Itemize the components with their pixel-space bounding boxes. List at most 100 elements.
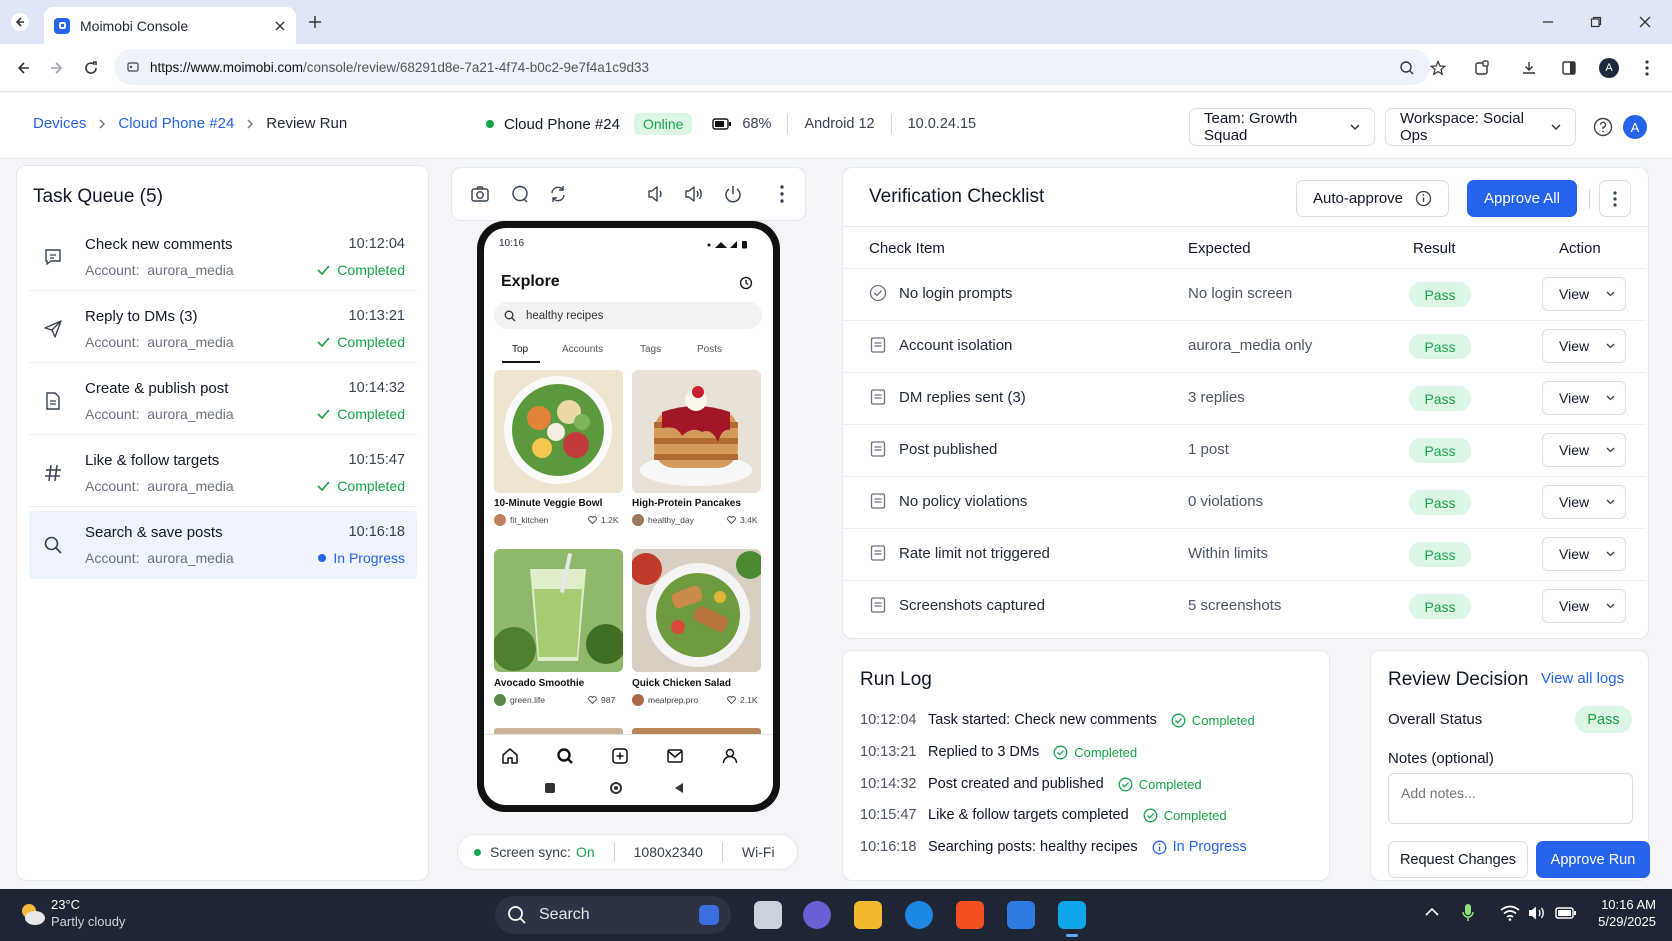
view-dropdown-button[interactable]: View (1542, 277, 1626, 311)
android-back-icon[interactable] (674, 783, 684, 793)
view-dropdown-button[interactable]: View (1542, 485, 1626, 519)
document-icon (41, 389, 65, 413)
view-dropdown-button[interactable]: View (1542, 537, 1626, 571)
tray-overflow-icon[interactable] (1425, 907, 1439, 917)
explore-search-icon[interactable] (556, 747, 574, 765)
task-status: Completed (317, 478, 405, 494)
browser-menu-icon[interactable] (1635, 56, 1659, 80)
task-time: 10:13:21 (348, 308, 405, 324)
recent-apps-icon[interactable] (545, 783, 555, 793)
reload-icon[interactable] (79, 56, 103, 80)
task-view-icon[interactable] (754, 901, 782, 929)
device-status-bar: Cloud Phone #24 Online 68% Android 12 10… (486, 113, 976, 135)
mail-icon[interactable] (1007, 901, 1035, 929)
account-label: Account: (85, 334, 140, 350)
task-item-active[interactable]: Search & save posts Account: aurora_medi… (29, 511, 417, 579)
phone-tab-top[interactable]: Top (512, 344, 528, 355)
browser-tab[interactable]: Moimobi Console (44, 7, 296, 44)
view-dropdown-button[interactable]: View (1542, 381, 1626, 415)
post-image-avocado-smoothie[interactable] (494, 549, 623, 672)
info-icon[interactable] (1415, 190, 1432, 207)
chat-icon[interactable] (510, 184, 530, 204)
power-icon[interactable] (723, 184, 743, 204)
phone-tab-accounts[interactable]: Accounts (562, 344, 603, 355)
site-info-icon[interactable] (126, 60, 140, 74)
weather-icon[interactable] (18, 901, 46, 927)
volume-icon[interactable] (1527, 905, 1547, 921)
view-all-logs-link[interactable]: View all logs (1541, 670, 1624, 687)
task-item[interactable]: Create & publish post Account: aurora_me… (29, 367, 417, 435)
post-image-pancakes[interactable] (632, 370, 761, 493)
address-bar[interactable]: https://www.moimobi.com/console/review/6… (114, 49, 1430, 85)
comment-icon (41, 245, 65, 269)
back-tabs-icon[interactable] (8, 10, 32, 34)
downloads-icon[interactable] (1517, 56, 1541, 80)
battery-icon[interactable] (1555, 907, 1577, 919)
checklist-header-row: Check Item Expected Result Action (843, 226, 1648, 268)
view-dropdown-button[interactable]: View (1542, 589, 1626, 623)
volume-down-icon[interactable] (646, 184, 666, 204)
task-name: Check new comments (85, 236, 233, 253)
taskbar-time[interactable]: 10:16 AM (1592, 897, 1656, 912)
volume-up-icon[interactable] (684, 184, 704, 204)
more-options-icon[interactable] (780, 185, 784, 203)
phone-screen[interactable]: 10:16 Explore healthy recipes Top Accoun… (484, 228, 773, 805)
edge-icon[interactable] (905, 901, 933, 929)
breadcrumb-cloud-phone[interactable]: Cloud Phone #24 (118, 115, 234, 132)
android-home-icon[interactable] (610, 782, 622, 794)
close-tab-icon[interactable] (274, 20, 286, 32)
profile-icon[interactable] (721, 747, 739, 765)
task-item[interactable]: Reply to DMs (3) Account: aurora_media 1… (29, 295, 417, 363)
history-icon[interactable] (739, 276, 753, 290)
approve-all-button[interactable]: Approve All (1467, 180, 1577, 217)
restore-icon[interactable] (1584, 10, 1608, 34)
sidebar-icon[interactable] (1557, 56, 1581, 80)
notes-field[interactable] (1388, 773, 1633, 824)
forward-icon[interactable] (45, 56, 69, 80)
profile-icon[interactable]: A (1597, 56, 1621, 80)
vscode-icon[interactable] (1058, 901, 1086, 929)
help-icon[interactable] (1593, 117, 1613, 137)
phone-search-bar[interactable]: healthy recipes (494, 302, 762, 329)
check-expected: 0 violations (1188, 493, 1264, 510)
request-changes-button[interactable]: Request Changes (1388, 841, 1528, 878)
workspace-select[interactable]: Workspace: Social Ops (1385, 108, 1576, 146)
teams-icon[interactable] (803, 901, 831, 929)
checklist-more-button[interactable] (1599, 180, 1631, 217)
breadcrumb-devices[interactable]: Devices (33, 115, 86, 132)
new-tab-icon[interactable] (303, 10, 327, 34)
phone-tab-tags[interactable]: Tags (640, 344, 661, 355)
store-icon[interactable] (956, 901, 984, 929)
wifi-icon[interactable] (1500, 905, 1520, 921)
inbox-icon[interactable] (666, 747, 684, 765)
sync-value[interactable]: On (576, 844, 595, 860)
home-icon[interactable] (501, 747, 519, 765)
post-image-chicken-salad[interactable] (632, 549, 761, 672)
file-explorer-icon[interactable] (854, 901, 882, 929)
create-post-icon[interactable] (611, 747, 629, 765)
task-item[interactable]: Check new comments Account: aurora_media… (29, 223, 417, 291)
taskbar-date[interactable]: 5/29/2025 (1588, 914, 1656, 929)
task-time: 10:15:47 (348, 452, 405, 468)
auto-approve-toggle[interactable]: Auto-approve (1296, 180, 1449, 217)
taskbar-search[interactable]: Search (495, 896, 731, 934)
avatar[interactable]: A (1623, 115, 1647, 139)
taskbar-search-placeholder: Search (539, 906, 590, 923)
phone-tab-posts[interactable]: Posts (697, 344, 722, 355)
task-item[interactable]: Like & follow targets Account: aurora_me… (29, 439, 417, 507)
rotate-icon[interactable] (548, 184, 568, 204)
post-image-veggie-bowl[interactable] (494, 370, 623, 493)
extensions-icon[interactable] (1470, 56, 1494, 80)
camera-icon[interactable] (470, 184, 490, 204)
approve-run-button[interactable]: Approve Run (1536, 841, 1650, 878)
microphone-icon[interactable] (1461, 903, 1475, 923)
close-window-icon[interactable] (1633, 10, 1657, 34)
team-select[interactable]: Team: Growth Squad (1189, 108, 1375, 146)
zoom-icon[interactable] (1395, 56, 1419, 80)
bookmark-star-icon[interactable] (1426, 56, 1450, 80)
back-icon[interactable] (11, 56, 35, 80)
log-entry: 10:14:32 Post created and published Comp… (860, 773, 1202, 795)
minimize-icon[interactable] (1536, 10, 1560, 34)
view-dropdown-button[interactable]: View (1542, 329, 1626, 363)
view-dropdown-button[interactable]: View (1542, 433, 1626, 467)
